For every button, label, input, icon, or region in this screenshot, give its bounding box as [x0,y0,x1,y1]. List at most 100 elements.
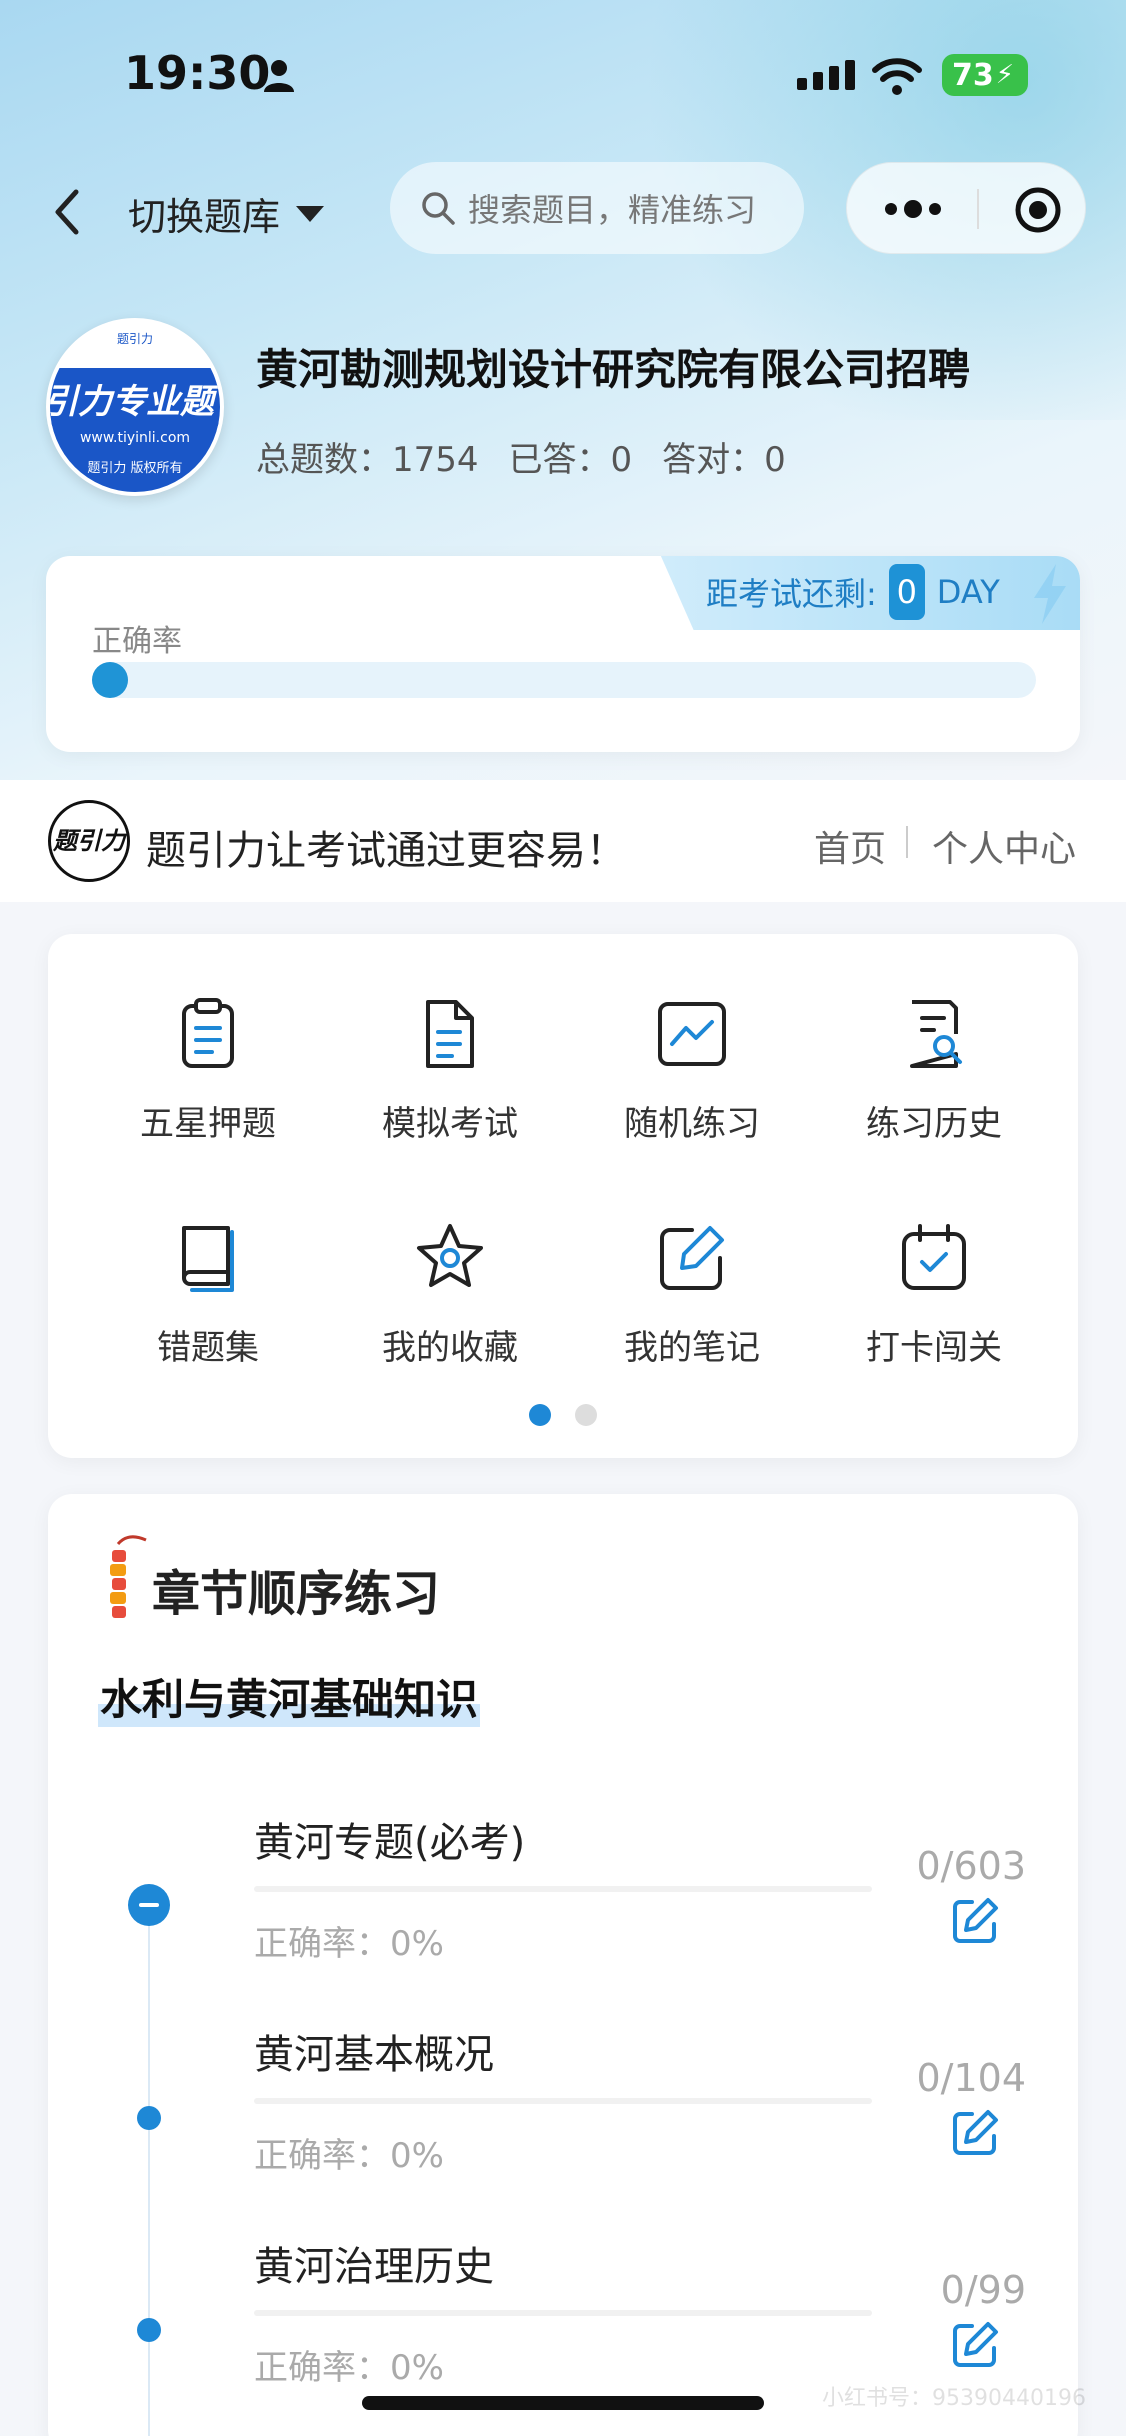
chapter-section-title: 章节顺序练习 [152,1566,441,1622]
caret-down-icon [296,205,325,222]
brand-logo-text: 题引力 [53,827,125,855]
clipboard-icon [182,998,234,1068]
logo-top-text: 题引力 [116,332,153,346]
miniprogram-capsule [846,162,1086,254]
feature-label: 练习历史 [866,1104,1002,1144]
battery-level: 73 [952,57,994,93]
timeline-node [137,2106,161,2130]
home-indicator[interactable] [362,2396,764,2410]
chapter-practice-card: 章节顺序练习 水利与黄河基础知识 黄河专题(必考) 正确率：0% 0/603 黄… [48,1494,1078,2436]
feature-grid: 五星押题 模拟考试 随机练习 练习历史 错题集 我的收藏 我的笔记 打卡闯关 [48,934,1078,1458]
logo-brand-text: 引力专业题 [46,382,214,422]
logo-copyright: 题引力 版权所有 [50,454,220,492]
charging-icon: ⚡ [995,60,1015,90]
feature-label: 打卡闯关 [866,1328,1002,1368]
chapter-name: 黄河基本概况 [254,2032,494,2078]
search-icon [422,192,455,225]
answered-count: 已答：0 [508,440,633,480]
home-link[interactable]: 首页 [814,820,886,872]
top-nav: 切换题库 搜索题目，精准练习 [0,160,1126,270]
star-icon [417,1224,483,1287]
countdown-label: 距考试还剩: [706,575,877,613]
chapter-name: 黄河专题(必考) [254,1820,526,1866]
brand-bar: 题引力 题引力让考试通过更容易！ 首页 个人中心 [0,780,1126,902]
brand-logo: 题引力 [48,800,130,882]
feature-label: 五星押题 [140,1104,276,1144]
chapter-count: 0/104 [916,2056,1026,2100]
wifi-icon [872,58,922,95]
correct-count: 答对：0 [662,440,786,480]
firecracker-icon [110,1535,147,1618]
chapter-accuracy: 正确率：0% [254,1924,444,1964]
back-icon[interactable] [44,182,92,242]
feature-label: 随机练习 [624,1104,760,1144]
page-dot-active[interactable] [529,1404,551,1426]
chapter-accuracy: 正确率：0% [254,2136,444,2176]
lightning-icon [1034,564,1066,624]
chapter-row[interactable]: 黄河基本概况 正确率：0% 0/104 [48,2022,1078,2222]
document-icon [426,1000,474,1068]
accuracy-card: 距考试还剩: 0 DAY 正确率 [46,556,1080,752]
timeline-node [137,2318,161,2342]
chapter-progress-track [254,2098,872,2104]
switch-bank-label: 切换题库 [128,195,281,239]
page-dot[interactable] [575,1404,597,1426]
watermark: 小红书号：95390440196 [822,2386,1086,2411]
edit-icon[interactable] [950,1896,1000,1946]
signal-icon [797,60,855,90]
edit-icon[interactable] [950,2320,1000,2370]
subject-title: 水利与黄河基础知识 [98,1666,481,1727]
person-icon [264,60,294,92]
calendar-check-icon [902,1224,966,1290]
feature-practice-history[interactable]: 练习历史 [814,934,1054,1144]
status-time: 19:30 [124,46,271,100]
feature-notes[interactable]: 我的笔记 [572,1158,812,1368]
brand-slogan: 题引力让考试通过更容易！ [146,828,626,874]
chapter-progress-track [254,1886,872,1892]
bank-title: 黄河勘测规划设计研究院有限公司招聘 [256,345,971,394]
exam-countdown: 距考试还剩: 0 DAY [660,556,1080,630]
chapter-count: 0/99 [940,2268,1026,2312]
feature-label: 模拟考试 [382,1104,518,1144]
search-placeholder: 搜索题目，精准练习 [468,191,757,229]
chapter-count: 0/603 [916,1844,1026,1888]
edit-icon[interactable] [950,2108,1000,2158]
status-bar: 19:30 73 ⚡ [0,40,1126,110]
feature-label: 错题集 [157,1328,259,1368]
accuracy-label: 正确率 [92,624,182,659]
close-target-icon[interactable] [1013,185,1063,235]
feature-label: 我的笔记 [624,1328,760,1368]
logo-url: www.tiyinli.com [50,422,220,454]
accuracy-progress-track [92,662,1036,698]
chapter-row[interactable]: 黄河专题(必考) 正确率：0% 0/603 [48,1810,1078,2010]
countdown-value: 0 [888,564,925,620]
personal-center-link[interactable]: 个人中心 [932,820,1076,872]
search-bar[interactable]: 搜索题目，精准练习 [390,162,804,254]
feature-favorites[interactable]: 我的收藏 [330,1158,570,1368]
feature-wrong-questions[interactable]: 错题集 [88,1158,328,1368]
chapter-accuracy: 正确率：0% [254,2348,444,2388]
more-icon[interactable] [883,193,943,225]
book-icon [182,1226,234,1292]
feature-mock-exam[interactable]: 模拟考试 [330,934,570,1144]
feature-check-in[interactable]: 打卡闯关 [814,1158,1054,1368]
note-edit-icon [660,1226,724,1290]
page-indicator [48,1404,1078,1426]
switch-bank-dropdown[interactable]: 切换题库 [128,186,325,241]
battery-indicator: 73 ⚡ [942,54,1028,96]
chapter-progress-track [254,2310,872,2316]
countdown-unit: DAY [936,573,1000,611]
feature-five-star-predict[interactable]: 五星押题 [88,934,328,1144]
feature-label: 我的收藏 [382,1328,518,1368]
chapter-name: 黄河治理历史 [254,2244,494,2290]
link-divider [906,826,908,858]
total-questions: 总题数：1754 [256,440,479,480]
history-search-icon [910,1000,962,1068]
collapse-icon[interactable] [128,1884,170,1926]
chart-line-icon [658,1002,726,1066]
question-bank-logo: 题引力 引力专业题 www.tiyinli.com 题引力 版权所有 [46,318,224,496]
bank-stats: 总题数：1754 已答：0 答对：0 [256,432,786,481]
feature-random-practice[interactable]: 随机练习 [572,934,812,1144]
capsule-divider [977,189,979,229]
accuracy-progress-indicator [92,662,128,698]
